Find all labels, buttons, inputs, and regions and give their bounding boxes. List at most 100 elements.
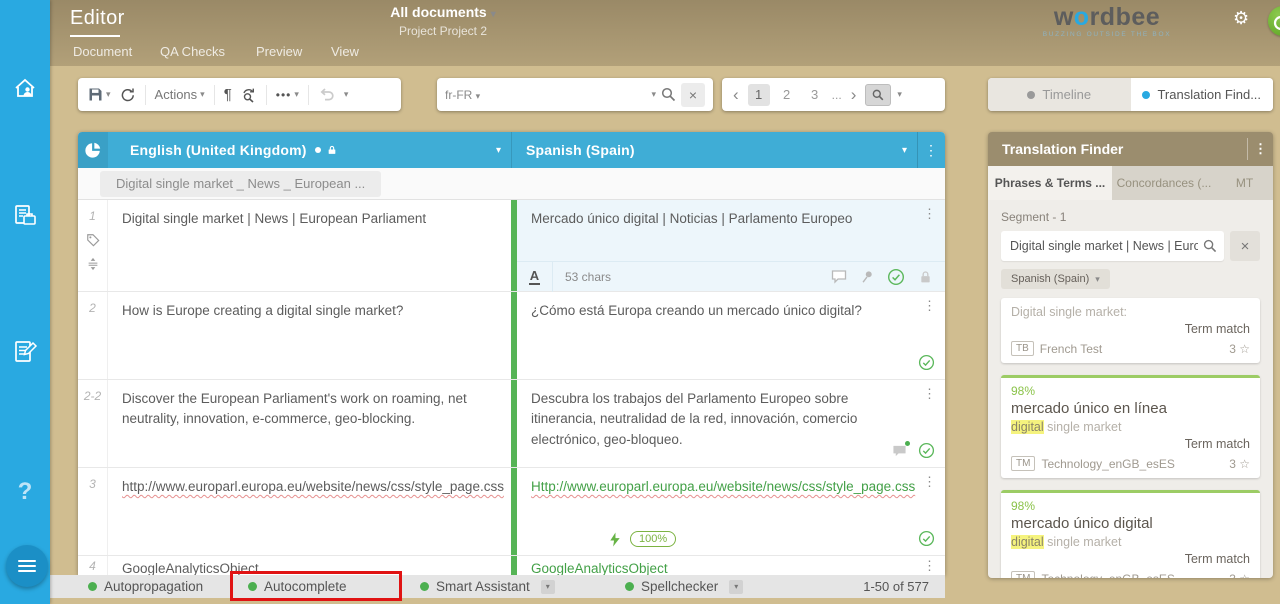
smart-assistant-toggle[interactable]: Smart Assistant ▾: [420, 575, 555, 598]
confirm-check-icon[interactable]: [918, 530, 935, 547]
target-cell[interactable]: GoogleAnalyticsObject ⋮: [517, 556, 945, 575]
star-count: 3: [1229, 572, 1236, 579]
target-cell[interactable]: Descubra los trabajos del Parlamento Eur…: [517, 380, 945, 467]
clear-search-button[interactable]: ×: [681, 83, 705, 107]
pagination-options-dropdown[interactable]: ▾: [897, 89, 902, 100]
source-cell[interactable]: http://www.europarl.europa.eu/website/ne…: [108, 468, 511, 555]
page-3-button[interactable]: 3: [804, 84, 826, 106]
document-scope-selector[interactable]: All documents▾ Project Project 2: [353, 4, 533, 38]
confirm-check-icon[interactable]: [918, 354, 935, 371]
translation-finder-toggle[interactable]: Translation Find...: [1131, 78, 1274, 111]
confirm-check-icon[interactable]: [887, 268, 905, 286]
match-type: Term match: [1011, 321, 1250, 337]
undo-button[interactable]: [318, 87, 335, 102]
menu-preview[interactable]: Preview: [256, 44, 302, 59]
star-rating[interactable]: 3 ☆: [1229, 572, 1250, 579]
spellchecker-toggle[interactable]: Spellchecker ▾: [625, 575, 743, 598]
smart-assistant-dropdown[interactable]: ▾: [541, 580, 555, 594]
source-cell[interactable]: GoogleAnalyticsObject: [108, 556, 511, 575]
segment-menu-kebab[interactable]: ⋮: [923, 299, 936, 312]
statistics-button[interactable]: [78, 132, 108, 168]
show-formatting-button[interactable]: ¶: [224, 86, 232, 103]
tab-phrases-terms[interactable]: Phrases & Terms ...: [988, 166, 1112, 200]
autopropagation-toggle[interactable]: Autopropagation: [88, 575, 203, 598]
source-language-header[interactable]: English (United Kingdom) ▾: [108, 132, 511, 168]
confirm-check-icon[interactable]: [918, 442, 935, 459]
gear-icon[interactable]: ⚙: [1233, 8, 1249, 29]
menu-view[interactable]: View: [331, 44, 359, 59]
actions-dropdown[interactable]: Actions ▾: [155, 87, 205, 102]
prev-page-button[interactable]: ‹: [730, 86, 742, 103]
search-icon[interactable]: [1203, 239, 1217, 253]
source-cell[interactable]: Discover the European Parliament's work …: [108, 380, 511, 467]
refresh-button[interactable]: [120, 87, 136, 103]
wordbee-logo[interactable]: wordbee BUZZING OUTSIDE THE BOX: [1032, 5, 1182, 38]
home-icon[interactable]: [0, 76, 50, 102]
source-cell[interactable]: How is Europe creating a digital single …: [108, 292, 511, 379]
columns-menu-kebab[interactable]: ⋮: [917, 132, 944, 168]
undo-history-dropdown[interactable]: ▾: [344, 89, 349, 100]
search-input[interactable]: [485, 83, 646, 107]
match-score-badge[interactable]: 100%: [630, 531, 676, 547]
segment-number: 1: [89, 209, 96, 223]
pagination-toolbar: ‹ 1 2 3 ... › ▾: [722, 78, 945, 111]
menu-qa-checks[interactable]: QA Checks: [160, 44, 225, 59]
document-tab[interactable]: Digital single market _ News _ European …: [100, 171, 381, 197]
star-rating[interactable]: 3 ☆: [1229, 457, 1250, 471]
timeline-dot-icon: [1027, 91, 1035, 99]
more-options-dropdown[interactable]: ••• ▾: [276, 88, 299, 102]
target-cell[interactable]: Mercado único digital | Noticias | Parla…: [517, 200, 945, 291]
match-result-card[interactable]: 98% mercado único digital digital single…: [1001, 490, 1260, 578]
page-1-button[interactable]: 1: [748, 84, 770, 106]
finder-clear-button[interactable]: ×: [1230, 231, 1260, 261]
target-cell[interactable]: ¿Cómo está Europa creando un mercado úni…: [517, 292, 945, 379]
target-column-dropdown[interactable]: ▾: [902, 145, 907, 156]
target-text[interactable]: Descubra los trabajos del Parlamento Eur…: [517, 380, 945, 450]
finder-menu-kebab[interactable]: ⋮: [1247, 138, 1273, 160]
pin-icon[interactable]: [860, 269, 874, 284]
autocomplete-toggle[interactable]: Autocomplete: [248, 575, 347, 598]
source-cell[interactable]: Digital single market | News | European …: [108, 200, 511, 291]
lock-icon[interactable]: [918, 269, 933, 285]
target-text[interactable]: Http://www.europarl.europa.eu/website/ne…: [517, 468, 945, 497]
segment-menu-kebab[interactable]: ⋮: [923, 387, 936, 400]
spellchecker-dropdown[interactable]: ▾: [729, 580, 743, 594]
timeline-toggle[interactable]: Timeline: [988, 78, 1131, 111]
target-text[interactable]: GoogleAnalyticsObject: [517, 556, 945, 575]
target-text[interactable]: ¿Cómo está Europa creando un mercado úni…: [517, 292, 945, 321]
tag-icon[interactable]: [78, 233, 107, 247]
text-format-button[interactable]: A: [517, 262, 553, 292]
editor-icon[interactable]: [0, 338, 50, 365]
target-language-header[interactable]: Spanish (Spain) ▾: [511, 132, 917, 168]
finder-search-input[interactable]: [1001, 231, 1224, 261]
segment-menu-kebab[interactable]: ⋮: [923, 559, 936, 572]
goto-page-button[interactable]: [865, 84, 891, 106]
target-text[interactable]: Mercado único digital | Noticias | Parla…: [517, 200, 945, 229]
segment-menu-kebab[interactable]: ⋮: [923, 207, 936, 220]
source-column-dropdown[interactable]: ▾: [496, 145, 501, 156]
star-rating[interactable]: 3 ☆: [1229, 342, 1250, 356]
match-result-card[interactable]: 98% mercado único en línea digital singl…: [1001, 375, 1260, 478]
menu-document[interactable]: Document: [73, 44, 132, 59]
page-2-button[interactable]: 2: [776, 84, 798, 106]
help-icon[interactable]: ?: [0, 478, 50, 506]
target-cell[interactable]: Http://www.europarl.europa.eu/website/ne…: [517, 468, 945, 555]
projects-icon[interactable]: [0, 203, 50, 229]
search-language-selector[interactable]: fr-FR ▾: [445, 88, 480, 102]
comment-icon[interactable]: [831, 269, 847, 284]
search-button[interactable]: [661, 87, 676, 102]
hamburger-menu-button[interactable]: [6, 545, 48, 587]
search-replace-button[interactable]: [241, 87, 257, 103]
tab-mt[interactable]: MT: [1216, 166, 1273, 200]
save-button[interactable]: ▾: [88, 87, 111, 102]
match-result-card[interactable]: Digital single market: Term match TB Fre…: [1001, 298, 1260, 363]
highlighted-term: digital: [1011, 535, 1044, 549]
split-segment-icon[interactable]: [78, 257, 107, 271]
finder-language-selector[interactable]: Spanish (Spain) ▾: [1001, 269, 1110, 289]
segment-menu-kebab[interactable]: ⋮: [923, 475, 936, 488]
next-page-button[interactable]: ›: [848, 86, 860, 103]
user-avatar[interactable]: [1268, 6, 1280, 36]
search-options-dropdown[interactable]: ▾: [651, 89, 656, 100]
comment-icon[interactable]: [892, 444, 907, 458]
tab-concordances[interactable]: Concordances (...: [1112, 166, 1216, 200]
